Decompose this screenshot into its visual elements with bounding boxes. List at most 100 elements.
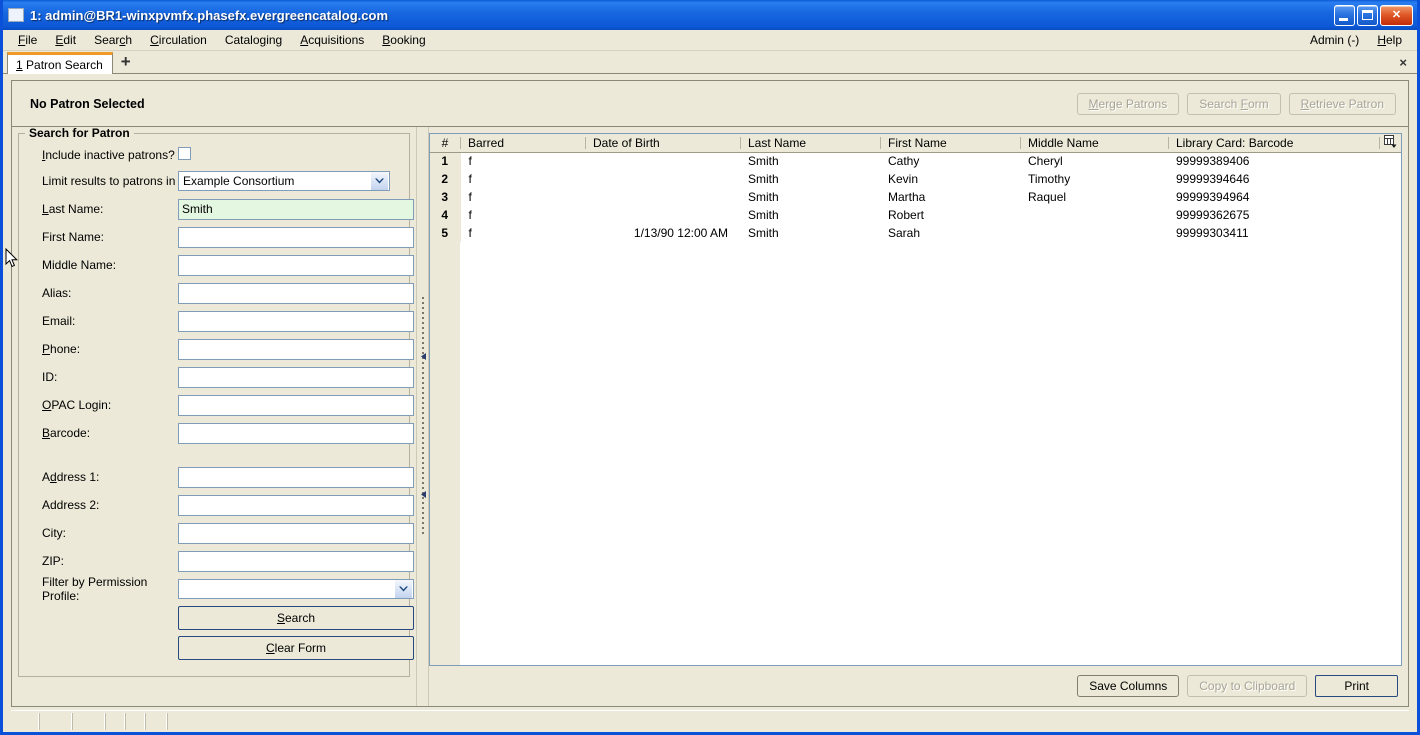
new-tab-button[interactable]: + [113,53,139,72]
cell-middle-name [1020,206,1168,224]
row-number: 2 [430,170,461,188]
close-button[interactable]: ✕ [1380,4,1413,26]
splitter-collapse-up-icon[interactable] [420,349,427,360]
clear-form-button[interactable]: Clear Form [178,636,414,660]
splitter-collapse-down-icon[interactable] [420,487,427,498]
column-header-dob[interactable]: Date of Birth [585,134,740,153]
tab-label: Patron Search [26,57,103,72]
column-header-last-name[interactable]: Last Name [740,134,880,153]
form-gap [25,450,403,466]
include-inactive-row: Include inactive patrons? [25,146,403,164]
table-row[interactable]: 5 f 1/13/90 12:00 AM Smith Sarah 9999930… [430,224,1401,242]
pane-splitter[interactable] [416,127,429,706]
row-number: 3 [430,188,461,206]
splitter-grip[interactable] [421,296,424,537]
email-field[interactable] [178,310,414,332]
search-form-button[interactable]: Search Form [1187,92,1281,115]
opac-login-row: OPAC Login: [25,394,414,416]
menu-file[interactable]: File [9,31,46,49]
opac-login-field[interactable] [178,394,414,416]
alias-field[interactable] [178,282,414,304]
menu-admin[interactable]: Admin (-) [1301,31,1368,49]
include-inactive-checkbox[interactable] [178,147,191,160]
menu-circulation[interactable]: Circulation [141,31,216,49]
city-field[interactable] [178,522,414,544]
column-picker-icon[interactable] [1379,134,1401,153]
retrieve-patron-button[interactable]: Retrieve Patron [1288,92,1396,115]
cell-dob [585,152,740,170]
main-panel: No Patron Selected Merge Patrons Search … [11,80,1409,707]
search-pane: Search for Patron Include inactive patro… [12,127,416,706]
city-control [178,522,414,544]
menu-help[interactable]: Help [1368,31,1411,49]
phone-field[interactable] [178,338,414,360]
column-header-middle-name[interactable]: Middle Name [1020,134,1168,153]
cell-dob [585,206,740,224]
cell-dob [585,188,740,206]
barcode-field[interactable] [178,422,414,444]
alias-row: Alias: [25,282,414,304]
status-segment-3 [72,713,105,730]
id-row: ID: [25,366,414,388]
first-name-row: First Name: [25,226,414,248]
search-button[interactable]: Search [178,606,414,630]
print-button[interactable]: Print [1315,675,1398,697]
results-grid: # Barred Date of Birth Last Name First N… [429,133,1402,666]
row-number: 4 [430,206,461,224]
address1-label: Address 1: [42,470,100,484]
column-header-barred[interactable]: Barred [460,134,585,153]
cell-first-name: Robert [880,206,1020,224]
status-segment-6 [145,713,167,730]
cell-last-name: Smith [740,188,880,206]
last-name-field[interactable] [178,198,414,220]
zip-row: ZIP: [25,550,414,572]
merge-patrons-button[interactable]: Merge Patrons [1076,92,1180,115]
cell-barred: f [460,224,585,242]
cell-last-name: Smith [740,224,880,242]
maximize-button[interactable] [1357,4,1378,26]
cell-last-name: Smith [740,152,880,170]
cell-spacer [1379,224,1401,242]
column-header-first-name[interactable]: First Name [880,134,1020,153]
phone-row: Phone: [25,338,414,360]
middle-name-control [178,254,414,276]
chevron-down-icon [371,172,388,190]
permission-profile-select[interactable] [178,579,414,599]
first-name-control [178,226,414,248]
table-row[interactable]: 2 f Smith Kevin Timothy 99999394646 [430,170,1401,188]
cell-barred: f [460,152,585,170]
menu-bar: File Edit Search Circulation Cataloging … [3,30,1417,51]
id-label: ID: [42,370,58,384]
cell-last-name: Smith [740,206,880,224]
column-header-number[interactable]: # [430,134,460,153]
id-field[interactable] [178,366,414,388]
close-tab-button[interactable]: × [1399,55,1407,70]
limit-results-select[interactable]: Example Consortium [178,171,390,191]
cell-first-name: Martha [880,188,1020,206]
minimize-button[interactable] [1334,4,1355,26]
table-row[interactable]: 1 f Smith Cathy Cheryl 99999389406 [430,152,1401,170]
tab-patron-search[interactable]: 1 Patron Search [7,52,113,74]
middle-name-field[interactable] [178,254,414,276]
menu-search[interactable]: Search [85,31,141,49]
first-name-field[interactable] [178,226,414,248]
status-segment-main [167,713,1407,730]
table-row[interactable]: 3 f Smith Martha Raquel 99999394964 [430,188,1401,206]
table-row[interactable]: 4 f Smith Robert 99999362675 [430,206,1401,224]
results-pane: # Barred Date of Birth Last Name First N… [429,127,1408,706]
save-columns-button[interactable]: Save Columns [1077,675,1180,697]
menu-booking[interactable]: Booking [373,31,434,49]
menu-cataloging[interactable]: Cataloging [216,31,291,49]
cell-spacer [1379,188,1401,206]
last-name-label: Last Name: [42,202,104,216]
menu-acquisitions[interactable]: Acquisitions [291,31,373,49]
phone-label: Phone: [42,342,81,356]
column-header-library-card[interactable]: Library Card: Barcode [1168,134,1379,153]
menu-edit[interactable]: Edit [46,31,85,49]
address2-field[interactable] [178,494,414,516]
address1-field[interactable] [178,466,414,488]
copy-to-clipboard-button[interactable]: Copy to Clipboard [1187,675,1308,697]
zip-field[interactable] [178,550,414,572]
minimize-icon [1339,17,1348,21]
opac-login-control [178,394,414,416]
